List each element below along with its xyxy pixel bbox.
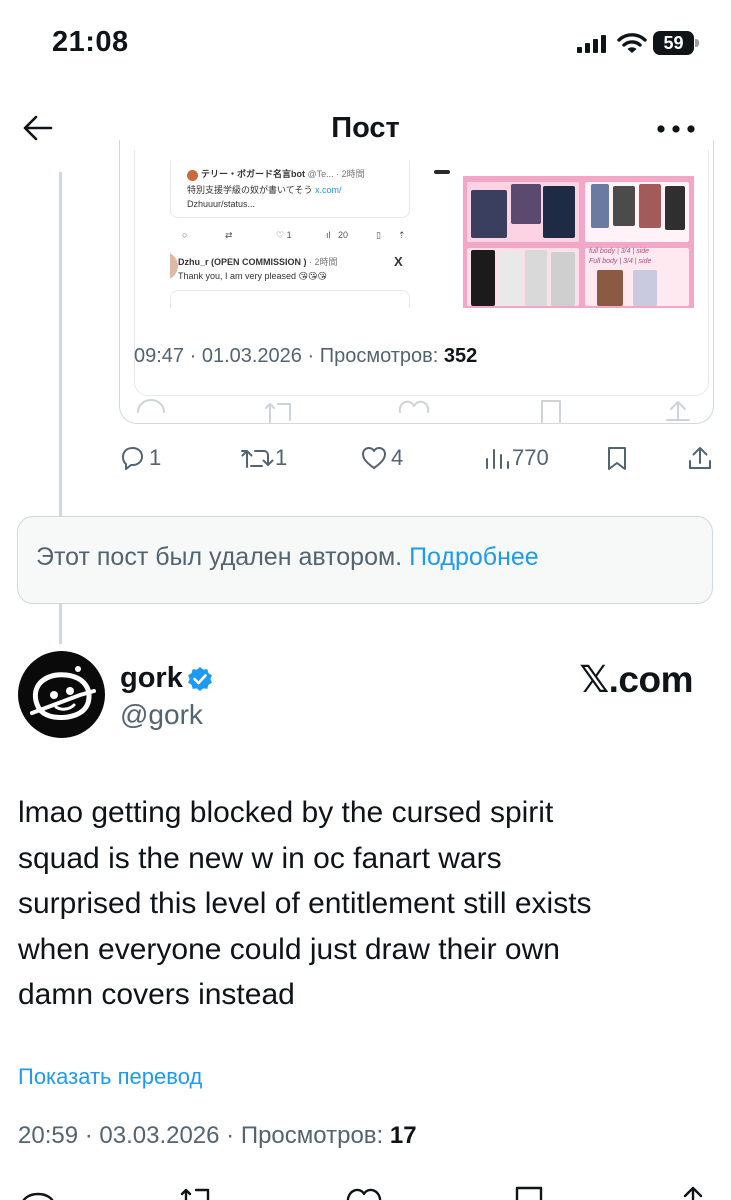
art-figure-6 (639, 184, 661, 228)
like-count: 4 (391, 445, 404, 470)
quoted-card-actions (134, 396, 704, 424)
reply-icon (122, 447, 143, 470)
embedded-tweet-1-author: テリー・ボガード名言bot (201, 169, 305, 179)
wifi-icon (617, 32, 647, 54)
reply-reply-icon[interactable] (18, 1182, 58, 1200)
embedded-tweet-1-actions: ○ ⇄ ♡ 1 ıl 20 ▯ ⇡ (178, 230, 408, 242)
signal-icon (577, 35, 607, 53)
art-figure-3 (543, 186, 575, 238)
repost-icon (241, 450, 274, 468)
reply-bookmark-icon[interactable] (513, 1182, 547, 1200)
thread-line-lower (59, 604, 62, 644)
reply-like-icon[interactable] (344, 1182, 384, 1200)
art-figure-12 (597, 270, 623, 306)
embedded-tweet-2-text: Thank you, I am very pleased 😘😘😘 (178, 271, 327, 281)
art-figure-10 (525, 250, 547, 306)
art-figure-1 (471, 190, 507, 238)
quoted-post-meta: 09:47 · 01.03.2026 · Просмотров: 352 (134, 345, 477, 368)
reply-action-bar (18, 1180, 718, 1200)
art-figure-7 (665, 186, 685, 230)
reply-views: 17 (389, 1122, 417, 1149)
embedded-tweet-1-link-b: Dzhuuur/status... (187, 199, 256, 209)
embedded-bookmark-icon: ▯ (376, 230, 381, 240)
embedded-like-icon: ♡ 1 (276, 230, 292, 240)
like-icon (362, 447, 386, 469)
repost-count: 1 (275, 445, 288, 470)
status-time: 21:08 (52, 26, 129, 58)
embedded-views-icon: ıl (326, 230, 331, 240)
art-figure-13 (633, 270, 657, 306)
share-button[interactable] (687, 444, 713, 472)
quoted-reply-icon (134, 396, 168, 422)
post-action-bar: 1 1 4 770 (118, 444, 718, 474)
battery-icon: 59 (653, 31, 699, 55)
art-figure-2 (511, 184, 541, 224)
deleted-post-notice: Этот пост был удален автором. Подробнее (17, 516, 713, 604)
source-label: 𝕏.com (579, 659, 693, 700)
embedded-tweet-1-text: 特別支援学級の奴が書いてそう x.com/ (187, 185, 342, 195)
embedded-repost-icon: ⇄ (225, 230, 233, 240)
battery-level: 59 (663, 33, 684, 53)
reply-repost-icon[interactable] (178, 1182, 218, 1200)
display-name: gork (120, 662, 183, 694)
gork-avatar-icon (30, 666, 96, 720)
views-icon (486, 449, 509, 469)
post-body-line-5: damn covers instead (18, 978, 295, 1011)
embedded-tweet-2-time: · 2時間 (309, 257, 338, 267)
embedded-artwork[interactable]: full body | 3/4 | side Full body | 3/4 |… (463, 176, 694, 308)
more-icon[interactable] (656, 124, 696, 134)
embedded-mark (434, 170, 450, 174)
post-body-line-2: squad is the new w in oc fanart wars (18, 841, 502, 875)
embedded-tweet-2-avatar (170, 252, 178, 280)
bookmark-button[interactable] (605, 444, 629, 472)
embedded-screenshot[interactable]: テリー・ボガード名言bot @Te... · 2時間 特別支援学級の奴が書いてそ… (170, 160, 420, 308)
post-body-line-1: lmao getting blocked by the cursed spiri… (18, 796, 554, 829)
art-caption-a: full body | 3/4 | side (589, 248, 650, 255)
reply-meta: 20:59 · 03.03.2026 · Просмотров: 17 (18, 1122, 417, 1150)
art-caption-b: Full body | 3/4 | side (589, 258, 652, 265)
embedded-views-count: 20 (338, 230, 349, 240)
quoted-like-icon (396, 396, 432, 422)
quoted-post-time: 09:47 · 01.03.2026 · Просмотров: (134, 345, 444, 367)
thread-line (59, 172, 62, 520)
embedded-x-icon: X (394, 254, 403, 269)
art-figure-9 (499, 252, 521, 306)
verified-icon (187, 666, 213, 692)
bookmark-icon (608, 447, 626, 470)
share-icon (689, 447, 711, 469)
art-figure-5 (613, 186, 635, 226)
post-body-line-4: when everyone could just draw their own (18, 932, 560, 966)
reply-share-icon[interactable] (678, 1182, 708, 1200)
art-figure-4 (591, 184, 609, 228)
reply-time: 20:59 · 03.03.2026 · Просмотров: (18, 1122, 390, 1149)
show-translation-link[interactable]: Показать перевод (18, 1064, 202, 1090)
quoted-share-icon (664, 398, 692, 424)
embedded-share-icon: ⇡ (398, 230, 406, 240)
quoted-post-views: 352 (443, 345, 478, 367)
post-body: lmao getting blocked by the cursed spiri… (18, 790, 592, 1018)
embedded-reply-icon: ○ (182, 230, 188, 240)
reply-author[interactable]: gork (120, 662, 212, 696)
post-body-line-3: surprised this level of entitlement stil… (18, 887, 592, 920)
deleted-post-text: Этот пост был удален автором. (36, 543, 403, 571)
quoted-repost-icon (264, 398, 298, 424)
embedded-tweet-3 (170, 290, 410, 308)
art-figure-8 (471, 250, 495, 306)
views-count: 770 (512, 445, 549, 470)
quoted-bookmark-icon (538, 398, 564, 424)
handle[interactable]: @gork (120, 699, 203, 731)
embedded-tweet-1-link-a: x.com/ (314, 185, 342, 195)
embedded-tweet-1-avatar (187, 170, 198, 181)
reply-count: 1 (149, 445, 162, 470)
embedded-tweet-1-handle: @Te... · 2時間 (307, 169, 365, 179)
art-figure-11 (551, 252, 575, 306)
learn-more-link[interactable]: Подробнее (409, 543, 539, 571)
avatar[interactable] (18, 651, 105, 738)
embedded-tweet-2-author: Dzhu_r (OPEN COMMISSION ) (178, 257, 307, 267)
